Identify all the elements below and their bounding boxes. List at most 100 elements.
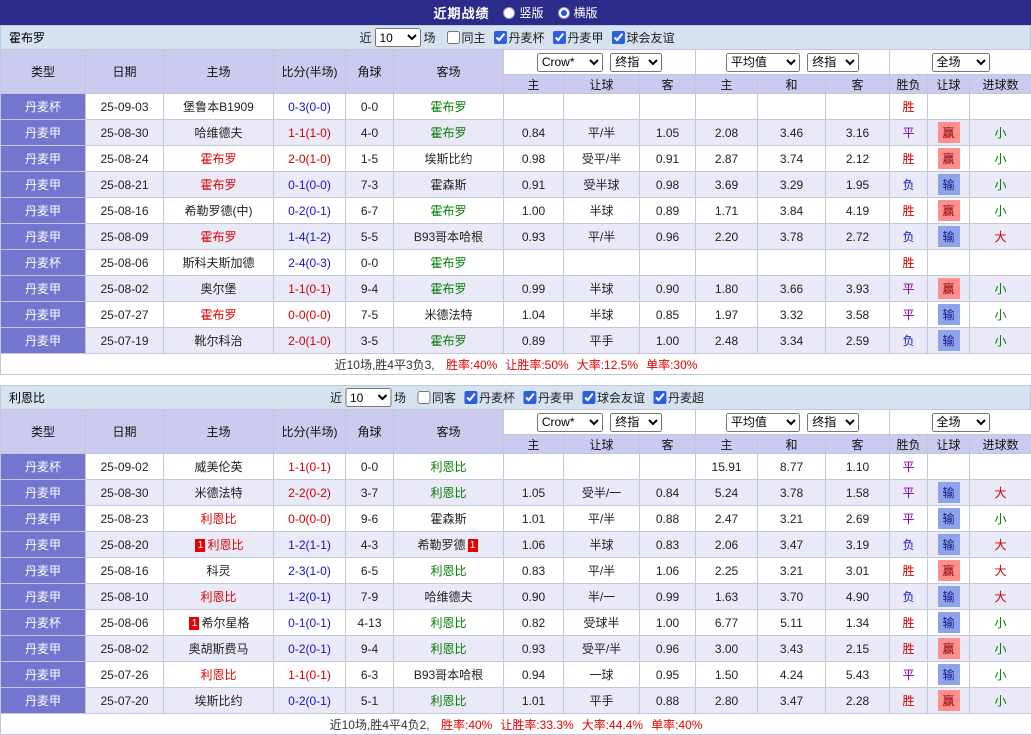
radio-icon[interactable] <box>503 7 515 19</box>
team-name[interactable]: 利恩比 <box>200 512 236 526</box>
avg-cell-2: 3.19 <box>826 532 890 558</box>
view-option-vertical[interactable]: 竖版 <box>503 4 543 21</box>
home-team-cell: 埃斯比约 <box>164 688 274 714</box>
recent-count-select[interactable]: 10 <box>345 388 391 407</box>
team-name[interactable]: 霍布罗 <box>200 230 236 244</box>
date-cell: 25-08-16 <box>86 558 164 584</box>
match-row: 丹麦甲25-07-26利恩比1-1(0-1)6-3B93哥本哈根0.94一球0.… <box>1 662 1031 688</box>
team-name[interactable]: 靴尔科治 <box>194 334 242 348</box>
filter-checkbox[interactable] <box>653 391 666 404</box>
team-name[interactable]: 奥胡斯费马 <box>188 642 248 656</box>
odds-final-select[interactable]: 终指 <box>610 53 662 72</box>
team-name[interactable]: 霍布罗 <box>200 178 236 192</box>
team-name[interactable]: 利恩比 <box>207 538 243 552</box>
filter-球会友谊[interactable]: 球会友谊 <box>612 29 675 46</box>
handicap-result-cell: 输 <box>928 662 970 688</box>
odds-cell-0 <box>504 250 564 276</box>
team-name[interactable]: B93哥本哈根 <box>414 230 483 244</box>
filter-丹麦甲[interactable]: 丹麦甲 <box>523 389 574 406</box>
team-name[interactable]: 利恩比 <box>430 564 466 578</box>
radio-checked-icon[interactable] <box>558 7 570 19</box>
scope-select[interactable]: 全场 <box>932 53 990 72</box>
avg-cell-2: 3.58 <box>826 302 890 328</box>
filter-checkbox[interactable] <box>553 31 566 44</box>
team-name[interactable]: 斯科夫斯加德 <box>182 256 254 270</box>
team-name[interactable]: 堡鲁本B1909 <box>183 100 254 114</box>
team-name[interactable]: 霍布罗 <box>430 100 466 114</box>
avg-cell-2: 1.34 <box>826 610 890 636</box>
filter-checkbox[interactable] <box>494 31 507 44</box>
avg-cell-2: 3.01 <box>826 558 890 584</box>
odds-cell-2: 1.00 <box>640 328 696 354</box>
filter-丹麦甲[interactable]: 丹麦甲 <box>553 29 604 46</box>
goals-cell: 小 <box>970 662 1031 688</box>
team-name[interactable]: 利恩比 <box>430 616 466 630</box>
handicap-result-badge: 输 <box>938 664 960 685</box>
team-name[interactable]: 希勒罗德(中) <box>185 204 253 218</box>
team-name[interactable]: 霍布罗 <box>430 204 466 218</box>
team-name[interactable]: 哈维德夫 <box>194 126 242 140</box>
filter-checkbox[interactable] <box>446 31 459 44</box>
league-cell: 丹麦甲 <box>1 532 86 558</box>
team-name[interactable]: 哈维德夫 <box>424 590 472 604</box>
team-name[interactable]: 霍布罗 <box>430 256 466 270</box>
goals-cell: 小 <box>970 120 1031 146</box>
scope-select[interactable]: 全场 <box>932 413 990 432</box>
avg-cell-0: 3.69 <box>696 172 758 198</box>
score-cell: 0-0(0-0) <box>274 506 346 532</box>
result-cell: 负 <box>890 172 928 198</box>
odds-final-select[interactable]: 终指 <box>610 413 662 432</box>
team-name[interactable]: 霍森斯 <box>430 512 466 526</box>
corners-cell: 6-5 <box>346 558 394 584</box>
team-name[interactable]: 利恩比 <box>200 590 236 604</box>
filter-checkbox[interactable] <box>523 391 536 404</box>
filter-checkbox[interactable] <box>612 31 625 44</box>
team-name[interactable]: 利恩比 <box>200 668 236 682</box>
filter-球会友谊[interactable]: 球会友谊 <box>582 389 645 406</box>
filter-同客[interactable]: 同客 <box>417 389 456 406</box>
team-name[interactable]: 霍布罗 <box>430 334 466 348</box>
odds-cell-0: 0.93 <box>504 224 564 250</box>
team-name[interactable]: 霍布罗 <box>430 282 466 296</box>
result-cell: 胜 <box>890 250 928 276</box>
average-select[interactable]: 平均值 <box>726 53 800 72</box>
team-name[interactable]: 利恩比 <box>430 460 466 474</box>
team-name[interactable]: 利恩比 <box>430 694 466 708</box>
avg-cell-2: 2.28 <box>826 688 890 714</box>
team-name[interactable]: 希勒罗德 <box>417 538 465 552</box>
average-final-select[interactable]: 终指 <box>807 413 859 432</box>
team-name[interactable]: B93哥本哈根 <box>414 668 483 682</box>
team-name[interactable]: 霍布罗 <box>200 308 236 322</box>
matches-table: 类型 日期 主场 比分(半场) 角球 客场 Crow* 终指 平均值 终指 全场 <box>0 49 1031 375</box>
team-name[interactable]: 希尔星格 <box>201 616 249 630</box>
team-name[interactable]: 霍森斯 <box>430 178 466 192</box>
filter-checkbox[interactable] <box>582 391 595 404</box>
team-name[interactable]: 埃斯比约 <box>424 152 472 166</box>
team-name[interactable]: 霍布罗 <box>430 126 466 140</box>
home-team-cell: 霍布罗 <box>164 172 274 198</box>
team-name[interactable]: 霍布罗 <box>200 152 236 166</box>
team-name[interactable]: 埃斯比约 <box>194 694 242 708</box>
recent-count-select[interactable]: 10 <box>374 28 420 47</box>
filter-丹麦杯[interactable]: 丹麦杯 <box>464 389 515 406</box>
team-name[interactable]: 科灵 <box>206 564 230 578</box>
team-name[interactable]: 利恩比 <box>430 486 466 500</box>
average-final-select[interactable]: 终指 <box>807 53 859 72</box>
odds-cell-2 <box>640 250 696 276</box>
bookmaker-select[interactable]: Crow* <box>537 413 603 432</box>
corners-cell: 9-4 <box>346 636 394 662</box>
team-name[interactable]: 威美伦英 <box>194 460 242 474</box>
filter-丹麦杯[interactable]: 丹麦杯 <box>494 29 545 46</box>
average-select[interactable]: 平均值 <box>726 413 800 432</box>
team-name[interactable]: 奥尔堡 <box>200 282 236 296</box>
team-name[interactable]: 利恩比 <box>430 642 466 656</box>
team-name[interactable]: 米德法特 <box>424 308 472 322</box>
handicap-result-badge: 输 <box>938 226 960 247</box>
team-name[interactable]: 米德法特 <box>194 486 242 500</box>
view-option-horizontal[interactable]: 横版 <box>558 4 598 21</box>
filter-checkbox[interactable] <box>464 391 477 404</box>
filter-checkbox[interactable] <box>417 391 430 404</box>
filter-丹麦超[interactable]: 丹麦超 <box>653 389 704 406</box>
bookmaker-select[interactable]: Crow* <box>537 53 603 72</box>
filter-同主[interactable]: 同主 <box>446 29 485 46</box>
